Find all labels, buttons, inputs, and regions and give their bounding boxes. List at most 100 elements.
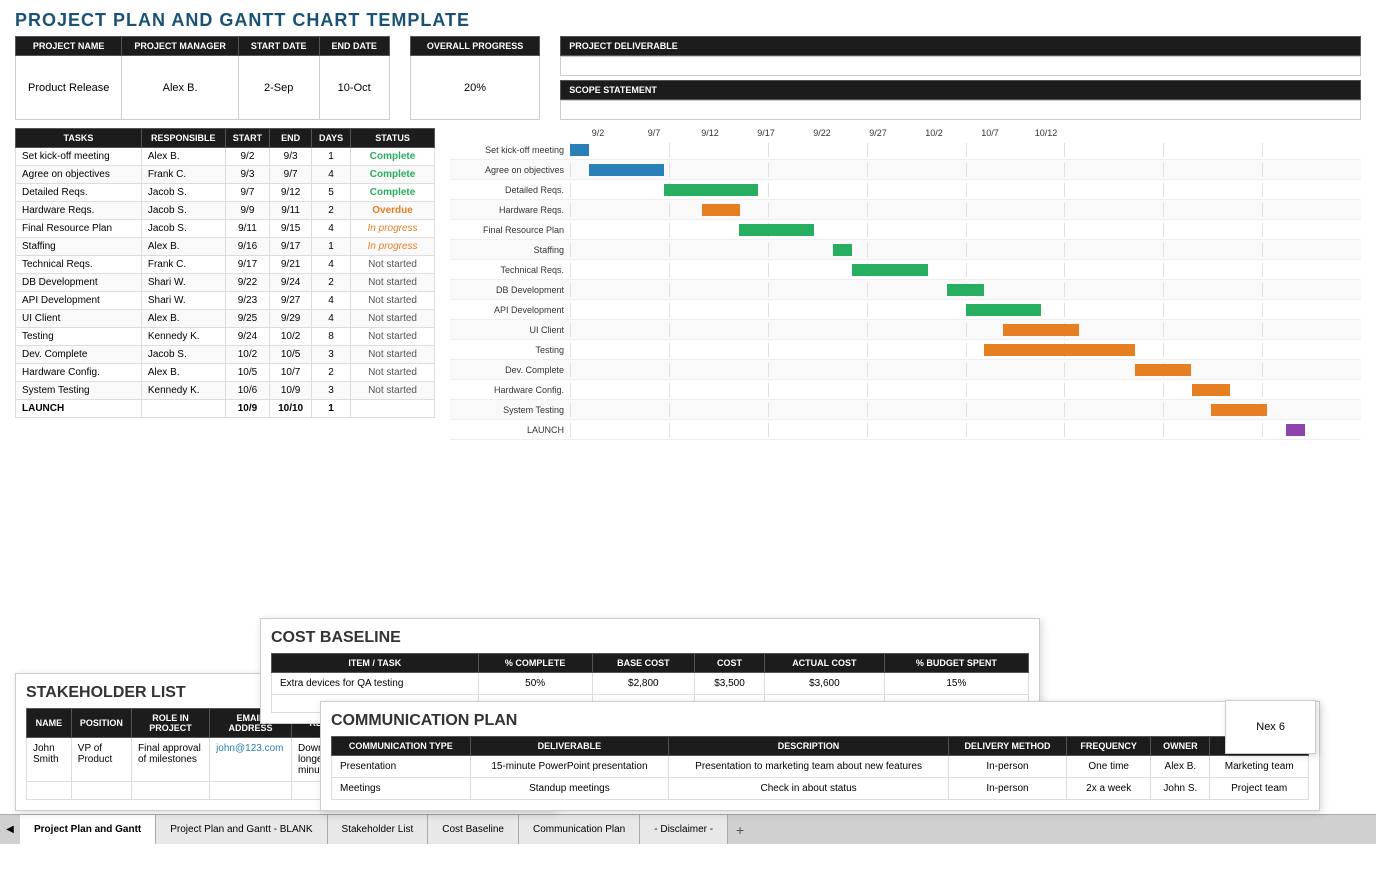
gantt-row: UI Client — [450, 320, 1361, 340]
task-status: Not started — [351, 364, 435, 382]
tab-bar: ◀ Project Plan and GanttProject Plan and… — [0, 814, 1376, 844]
communication-plan-section: COMMUNICATION PLAN COMMUNICATION TYPE DE… — [320, 701, 1320, 811]
comm-col-type: COMMUNICATION TYPE — [332, 737, 471, 756]
progress-value: 20% — [410, 56, 539, 120]
tab-item[interactable]: Communication Plan — [519, 815, 640, 844]
task-row: DB DevelopmentShari W.9/229/242Not start… — [16, 274, 435, 292]
gantt-row-track — [570, 343, 1361, 357]
cost-row: Extra devices for QA testing 50% $2,800 … — [272, 673, 1029, 695]
gantt-row: Dev. Complete — [450, 360, 1361, 380]
gantt-row-label: LAUNCH — [450, 425, 570, 435]
cost-pct-complete: 50% — [478, 673, 592, 695]
gantt-row: DB Development — [450, 280, 1361, 300]
task-section: TASKS RESPONSIBLE START END DAYS STATUS … — [15, 128, 435, 440]
task-status: Not started — [351, 382, 435, 400]
gantt-row-label: System Testing — [450, 405, 570, 415]
tab-prev-button[interactable]: ◀ — [0, 815, 20, 844]
gantt-row: LAUNCH — [450, 420, 1361, 440]
comm-title: COMMUNICATION PLAN — [331, 712, 1309, 730]
tab-item[interactable]: - Disclaimer - — [640, 815, 728, 844]
sh-email: john@123.com — [210, 738, 292, 782]
gantt-bar — [833, 244, 852, 256]
next-label-text: Nex 6 — [1256, 721, 1285, 733]
tab-item[interactable]: Project Plan and Gantt - BLANK — [156, 815, 327, 844]
gantt-date-label: 10/12 — [1018, 128, 1074, 138]
gantt-row-track — [570, 363, 1361, 377]
tab-item[interactable]: Stakeholder List — [328, 815, 429, 844]
gantt-date-label: 10/2 — [906, 128, 962, 138]
gantt-row-track — [570, 303, 1361, 317]
gantt-bar — [947, 284, 985, 296]
task-status: Overdue — [351, 202, 435, 220]
main-content: PROJECT PLAN AND GANTT CHART TEMPLATE PR… — [0, 0, 1376, 844]
gantt-row-label: Detailed Reqs. — [450, 185, 570, 195]
cost-col-cost: COST — [694, 654, 764, 673]
col-days: DAYS — [312, 129, 351, 148]
gantt-date-label: 9/12 — [682, 128, 738, 138]
sh-col-role: ROLE IN PROJECT — [131, 709, 209, 738]
gantt-row-track — [570, 283, 1361, 297]
top-section: PROJECT NAME PROJECT MANAGER START DATE … — [0, 36, 1376, 120]
gantt-header: 9/29/79/129/179/229/2710/210/710/12 — [570, 128, 1361, 138]
comm-col-owner: OWNER — [1151, 737, 1210, 756]
gantt-row: Final Resource Plan — [450, 220, 1361, 240]
gantt-date-label: 9/22 — [794, 128, 850, 138]
cost-budget-spent: 15% — [884, 673, 1028, 695]
cost-col-budget: % BUDGET SPENT — [884, 654, 1028, 673]
task-status: Complete — [351, 166, 435, 184]
cost-col-actual: ACTUAL COST — [765, 654, 885, 673]
task-row: Detailed Reqs.Jacob S.9/79/125Complete — [16, 184, 435, 202]
tab-item[interactable]: Cost Baseline — [428, 815, 519, 844]
gantt-row-label: Technical Reqs. — [450, 265, 570, 275]
gantt-bar — [1192, 384, 1230, 396]
start-date-value: 2-Sep — [238, 56, 319, 120]
col-start: START — [225, 129, 269, 148]
tab-item[interactable]: Project Plan and Gantt — [20, 815, 156, 844]
next-label: Nex 6 — [1225, 700, 1316, 754]
gantt-bar — [1135, 364, 1191, 376]
col-tasks: TASKS — [16, 129, 142, 148]
gantt-row-track — [570, 143, 1361, 157]
cost-actual: $3,600 — [765, 673, 885, 695]
project-name-value: Product Release — [16, 56, 122, 120]
sh-email-link[interactable]: john@123.com — [216, 743, 283, 754]
gantt-bar — [1286, 424, 1305, 436]
task-row: Agree on objectivesFrank C.9/39/74Comple… — [16, 166, 435, 184]
gantt-row-track — [570, 423, 1361, 437]
task-status: Not started — [351, 274, 435, 292]
task-row: Final Resource PlanJacob S.9/119/154In p… — [16, 220, 435, 238]
task-table: TASKS RESPONSIBLE START END DAYS STATUS … — [15, 128, 435, 418]
gantt-row-track — [570, 383, 1361, 397]
gantt-chart: 9/29/79/129/179/229/2710/210/710/12 Set … — [450, 128, 1361, 440]
scope-body — [560, 100, 1361, 120]
gantt-bar — [702, 204, 740, 216]
gantt-row-track — [570, 243, 1361, 257]
task-status: Not started — [351, 256, 435, 274]
task-status: Not started — [351, 328, 435, 346]
comm-col-description: DESCRIPTION — [669, 737, 949, 756]
gantt-row-track — [570, 323, 1361, 337]
gantt-row: Set kick-off meeting — [450, 140, 1361, 160]
task-row: LAUNCH10/910/101 — [16, 400, 435, 418]
sh-position: VP of Product — [71, 738, 131, 782]
col-header-manager: PROJECT MANAGER — [122, 37, 239, 56]
gantt-row-label: Dev. Complete — [450, 365, 570, 375]
cost-base-cost: $2,800 — [592, 673, 694, 695]
task-row: System TestingKennedy K.10/610/93Not sta… — [16, 382, 435, 400]
tab-add-button[interactable]: + — [728, 815, 752, 844]
gantt-bar — [966, 304, 1041, 316]
project-manager-value: Alex B. — [122, 56, 239, 120]
gantt-row-track — [570, 403, 1361, 417]
col-header-project-name: PROJECT NAME — [16, 37, 122, 56]
cost-title: COST BASELINE — [271, 629, 1029, 647]
gantt-bar — [984, 344, 1134, 356]
col-end: END — [270, 129, 312, 148]
gantt-row: Technical Reqs. — [450, 260, 1361, 280]
task-row: Dev. CompleteJacob S.10/210/53Not starte… — [16, 346, 435, 364]
col-header-start: START DATE — [238, 37, 319, 56]
task-row: Technical Reqs.Frank C.9/179/214Not star… — [16, 256, 435, 274]
col-responsible: RESPONSIBLE — [141, 129, 225, 148]
gantt-row: Detailed Reqs. — [450, 180, 1361, 200]
comm-col-method: DELIVERY METHOD — [948, 737, 1066, 756]
gantt-row: Agree on objectives — [450, 160, 1361, 180]
